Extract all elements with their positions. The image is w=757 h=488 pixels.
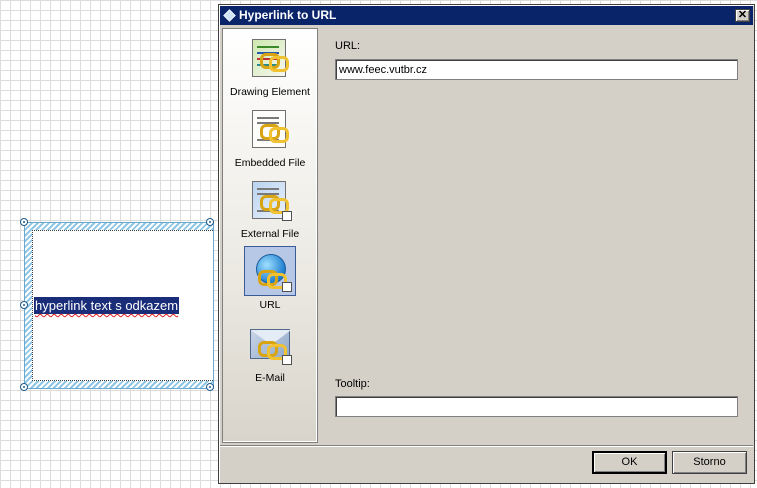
- link-type-sidebar: Drawing Element Embedded File External F…: [222, 28, 318, 443]
- sidebar-item-url[interactable]: URL: [223, 246, 317, 311]
- sidebar-item-label: URL: [259, 299, 281, 311]
- resize-handle-bottom-right[interactable]: [206, 383, 214, 391]
- url-label: URL:: [335, 40, 361, 52]
- drawing-element-icon: [248, 37, 292, 79]
- sidebar-item-label: External File: [240, 228, 300, 240]
- resize-handle-top-left[interactable]: [20, 218, 28, 226]
- url-globe-icon: [248, 250, 292, 292]
- sidebar-item-label: Drawing Element: [230, 86, 310, 98]
- sidebar-item-label: E-Mail: [255, 372, 285, 384]
- hyperlink-dialog: Hyperlink to URL ✕ Drawing Element Embed…: [218, 4, 755, 484]
- sidebar-item-drawing-element[interactable]: Drawing Element: [223, 33, 317, 98]
- sidebar-item-embedded-file[interactable]: Embedded File: [223, 104, 317, 169]
- close-button[interactable]: ✕: [735, 9, 750, 22]
- ok-button[interactable]: OK: [592, 451, 667, 474]
- url-input[interactable]: [335, 59, 738, 80]
- resize-handle-middle-left[interactable]: [20, 301, 28, 309]
- sidebar-item-label: Embedded File: [234, 157, 306, 169]
- sidebar-item-email[interactable]: E-Mail: [223, 319, 317, 384]
- resize-handle-top-right[interactable]: [206, 218, 214, 226]
- resize-handle-bottom-left[interactable]: [20, 383, 28, 391]
- tooltip-label: Tooltip:: [335, 378, 370, 390]
- tooltip-input[interactable]: [335, 396, 738, 417]
- email-envelope-icon: [248, 323, 292, 365]
- external-file-icon: [248, 179, 292, 221]
- sidebar-item-external-file[interactable]: External File: [223, 175, 317, 240]
- selected-hyperlink-text[interactable]: hyperlink text s odkazem: [34, 297, 180, 314]
- dialog-title: Hyperlink to URL: [239, 8, 337, 22]
- embedded-file-icon: [248, 108, 292, 150]
- footer-divider: [220, 445, 753, 447]
- cancel-button[interactable]: Storno: [672, 451, 747, 474]
- hyperlink-globe-icon: [223, 9, 236, 22]
- dialog-titlebar[interactable]: Hyperlink to URL ✕: [220, 6, 753, 25]
